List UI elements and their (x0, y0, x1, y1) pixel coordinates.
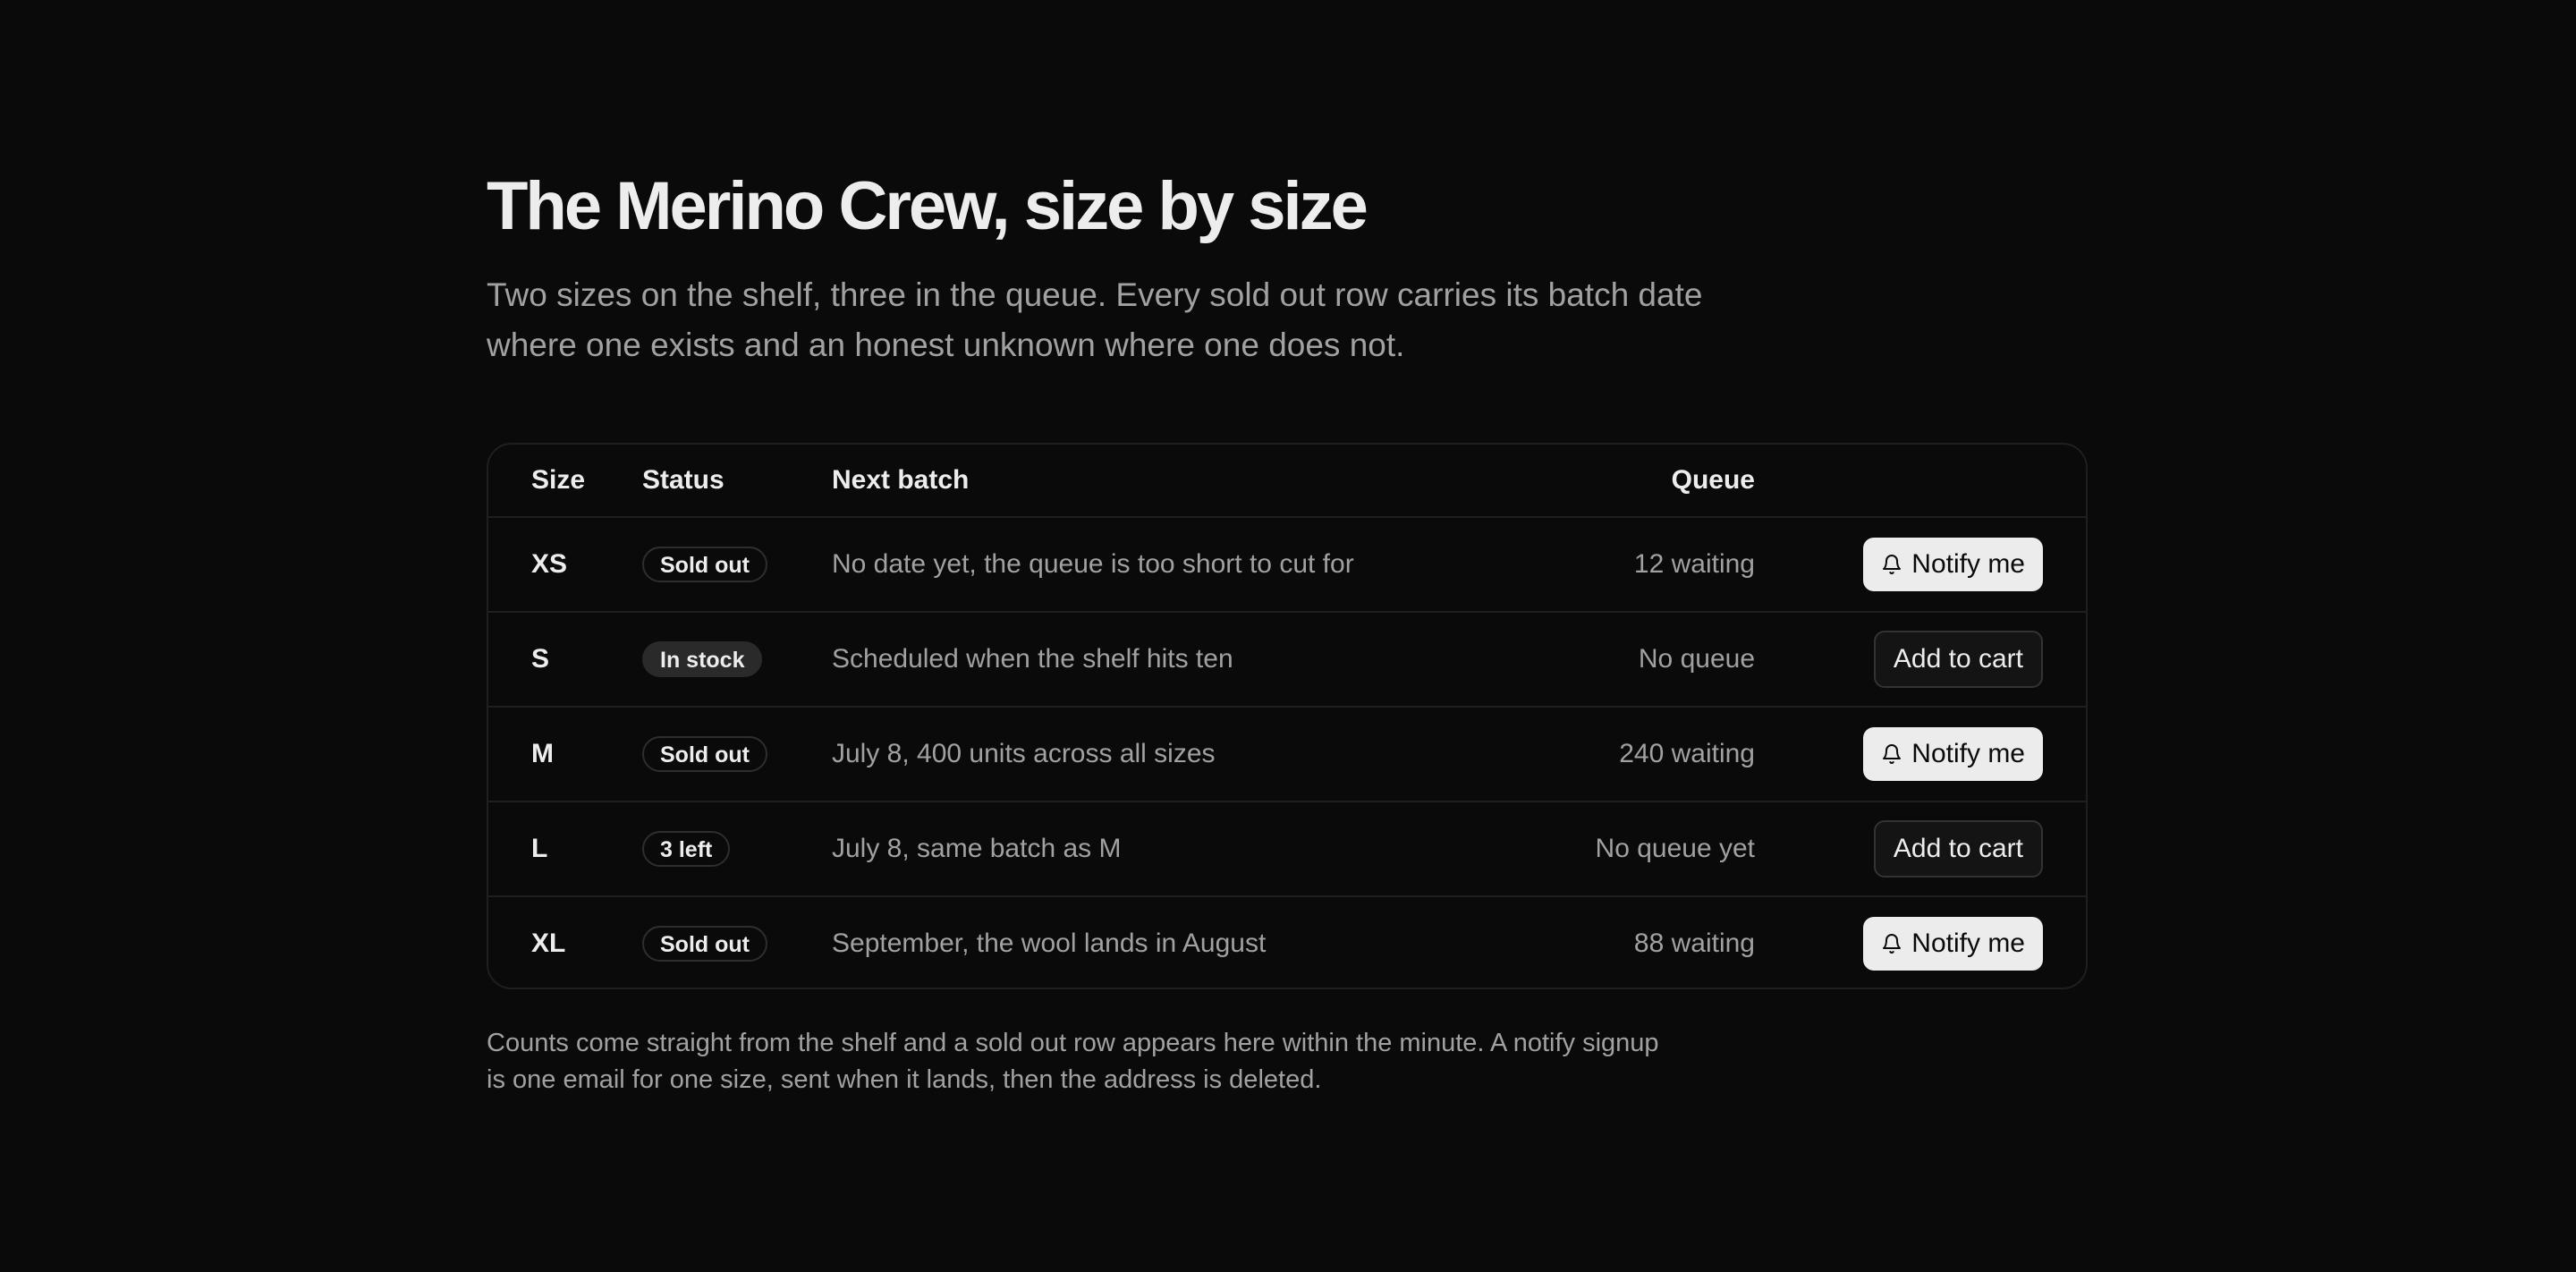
queue-count: No queue yet (1595, 834, 1755, 863)
table-row-xl: XL Sold out September, the wool lands in… (488, 895, 2086, 988)
footnote: Counts come straight from the shelf and … (487, 1029, 1659, 1094)
header-size: Size (531, 465, 586, 495)
status-cell: Sold out (642, 518, 767, 611)
add-to-cart-button[interactable]: Add to cart (1873, 820, 2043, 878)
next-batch-text: July 8, 400 units across all sizes (832, 739, 1216, 768)
bell-icon (1881, 743, 1911, 765)
queue-count: 240 waiting (1619, 739, 1755, 768)
status-badge: 3 left (642, 831, 731, 867)
action-cell: Notify me (1863, 708, 2043, 801)
status-cell: Sold out (642, 897, 767, 988)
next-batch-text: No date yet, the queue is too short to c… (832, 549, 1354, 579)
status-badge: Sold out (642, 547, 767, 582)
size-label: XS (531, 549, 568, 579)
action-cell: Add to cart (1873, 802, 2043, 895)
action-button-label: Notify me (1911, 929, 2025, 958)
table-row-xs: XS Sold out No date yet, the queue is to… (488, 516, 2086, 611)
table-row-m: M Sold out July 8, 400 units across all … (488, 706, 2086, 801)
action-cell: Notify me (1863, 897, 2043, 988)
action-button-label: Add to cart (1893, 834, 2023, 863)
page-title: The Merino Crew, size by size (487, 168, 1368, 244)
status-cell: 3 left (642, 802, 731, 895)
status-cell: In stock (642, 613, 763, 706)
action-button-label: Add to cart (1893, 644, 2023, 674)
queue-count: No queue (1638, 644, 1755, 674)
size-label: XL (531, 929, 566, 958)
header-next-batch: Next batch (832, 465, 970, 495)
queue-count: 12 waiting (1633, 549, 1755, 579)
bell-icon (1881, 554, 1911, 575)
bell-icon (1881, 933, 1911, 954)
table-body: XS Sold out No date yet, the queue is to… (488, 516, 2086, 988)
table-header-row: Size Status Next batch Queue (488, 445, 2086, 516)
table-row-l: L 3 left July 8, same batch as M No queu… (488, 801, 2086, 895)
add-to-cart-button[interactable]: Add to cart (1873, 631, 2043, 688)
next-batch-text: September, the wool lands in August (832, 929, 1267, 958)
notify-me-button[interactable]: Notify me (1863, 538, 2043, 591)
page-subtitle: Two sizes on the shelf, three in the que… (487, 276, 1703, 363)
size-table: Size Status Next batch Queue XS Sold out… (487, 443, 2088, 989)
action-cell: Notify me (1863, 518, 2043, 611)
status-badge: Sold out (642, 736, 767, 772)
status-badge: In stock (642, 641, 763, 677)
notify-me-button[interactable]: Notify me (1863, 917, 2043, 971)
size-label: L (531, 834, 548, 863)
status-cell: Sold out (642, 708, 767, 801)
size-label: S (531, 644, 550, 674)
status-badge: Sold out (642, 926, 767, 962)
notify-me-button[interactable]: Notify me (1863, 727, 2043, 781)
action-button-label: Notify me (1911, 739, 2025, 768)
action-cell: Add to cart (1873, 613, 2043, 706)
queue-count: 88 waiting (1633, 929, 1755, 958)
action-button-label: Notify me (1911, 549, 2025, 579)
next-batch-text: Scheduled when the shelf hits ten (832, 644, 1233, 674)
header-queue: Queue (1671, 465, 1755, 495)
header-status: Status (642, 465, 724, 495)
table-row-s: S In stock Scheduled when the shelf hits… (488, 611, 2086, 706)
next-batch-text: July 8, same batch as M (832, 834, 1122, 863)
size-label: M (531, 739, 554, 768)
